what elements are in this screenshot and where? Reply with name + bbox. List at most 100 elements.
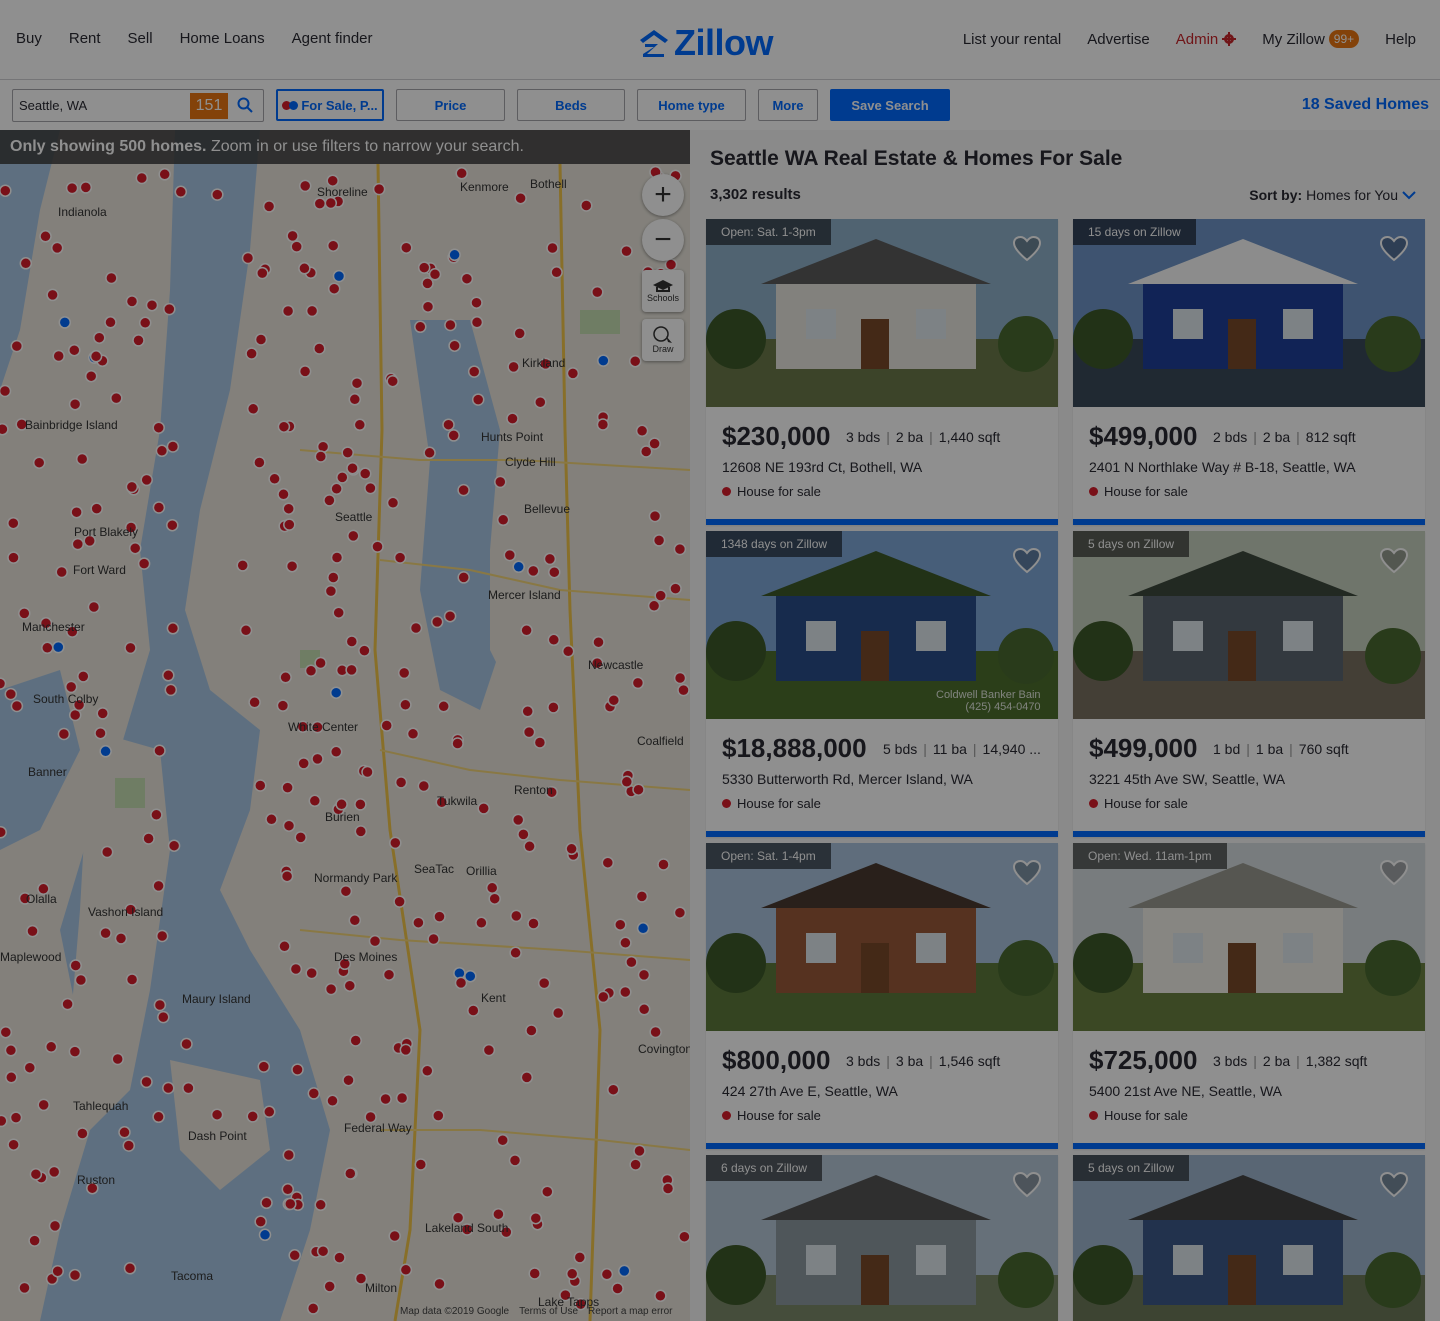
listing-map-pin[interactable] — [354, 825, 368, 838]
listing-address[interactable]: 5330 Butterworth Rd, Mercer Island, WA — [722, 771, 973, 787]
listing-map-pin[interactable] — [174, 185, 188, 199]
listing-map-pin[interactable] — [246, 1110, 259, 1123]
nav-advertise[interactable]: Advertise — [1087, 31, 1150, 48]
listing-address[interactable]: 5400 21st Ave NE, Seattle, WA — [1089, 1083, 1282, 1099]
listing-map-pin[interactable] — [607, 693, 621, 707]
listing-map-pin[interactable] — [324, 982, 338, 996]
listing-map-pin[interactable] — [430, 615, 444, 629]
listing-map-pin[interactable] — [260, 1196, 273, 1210]
listing-map-pin[interactable] — [166, 440, 180, 453]
heart-icon[interactable] — [1379, 547, 1409, 574]
listing-map-pin[interactable] — [514, 191, 527, 205]
listing-map-pin[interactable] — [289, 962, 303, 976]
listing-map-pin[interactable] — [342, 1073, 355, 1087]
listing-map-pin[interactable] — [629, 1158, 642, 1171]
listing-map-pin[interactable] — [158, 168, 171, 181]
listing-map-pin[interactable] — [506, 412, 519, 425]
listing-map-pin[interactable] — [521, 705, 534, 718]
listing-map-pin[interactable] — [421, 277, 434, 290]
listing-map-pin[interactable] — [399, 1043, 413, 1057]
listing-map-pin[interactable] — [316, 1244, 330, 1258]
listing-map-pin[interactable] — [329, 686, 343, 699]
listing-map-pin[interactable] — [421, 1064, 434, 1078]
listing-map-pin[interactable] — [323, 494, 336, 507]
listing-map-pin[interactable] — [279, 671, 292, 684]
listing-map-pin[interactable] — [47, 1165, 61, 1179]
listing-map-pin[interactable] — [620, 775, 634, 789]
listing-map-pin[interactable] — [99, 926, 112, 940]
listing-map-pin[interactable] — [163, 302, 176, 316]
listing-map-pin[interactable] — [180, 1037, 193, 1051]
listing-map-pin[interactable] — [281, 1183, 295, 1196]
listing-map-pin[interactable] — [353, 418, 367, 432]
listing-map-pin[interactable] — [566, 367, 580, 380]
listing-map-pin[interactable] — [150, 808, 163, 822]
listing-map-pin[interactable] — [409, 621, 423, 635]
nav-help[interactable]: Help — [1385, 31, 1416, 48]
listing-map-pin[interactable] — [573, 1251, 587, 1264]
listing-map-pin[interactable] — [39, 230, 52, 243]
listing-map-pin[interactable] — [263, 1105, 276, 1119]
listing-map-pin[interactable] — [268, 472, 281, 486]
listing-map-pin[interactable] — [135, 171, 149, 185]
listing-map-pin[interactable] — [65, 181, 79, 195]
listing-map-pin[interactable] — [485, 881, 499, 895]
listing-map-pin[interactable] — [619, 936, 632, 950]
listing-map-pin[interactable] — [541, 1185, 554, 1198]
listing-map-pin[interactable] — [90, 502, 103, 515]
home-type-filter[interactable]: Home type — [637, 89, 746, 121]
listing-map-pin[interactable] — [50, 241, 64, 255]
listing-map-pin[interactable] — [527, 564, 540, 578]
listing-map-pin[interactable] — [417, 261, 431, 274]
listing-map-pin[interactable] — [7, 516, 20, 530]
listing-map-pin[interactable] — [0, 184, 12, 197]
listing-map-pin[interactable] — [68, 1268, 82, 1282]
listing-map-pin[interactable] — [166, 518, 179, 532]
listing-map-pin[interactable] — [314, 1198, 327, 1212]
listing-map-pin[interactable] — [457, 571, 470, 584]
nav-rent[interactable]: Rent — [69, 30, 101, 47]
heart-icon[interactable] — [1379, 235, 1409, 262]
listing-map-pin[interactable] — [421, 300, 435, 313]
listing-map-pin[interactable] — [507, 360, 520, 374]
listing-map-pin[interactable] — [412, 916, 425, 929]
listing-map-pin[interactable] — [298, 262, 311, 275]
listing-map-pin[interactable] — [437, 700, 450, 713]
listing-map-pin[interactable] — [55, 565, 68, 579]
listing-map-pin[interactable] — [677, 683, 690, 697]
schools-button[interactable]: Schools — [642, 270, 684, 312]
listing-map-pin[interactable] — [0, 1114, 8, 1128]
listing-map-pin[interactable] — [548, 565, 561, 579]
listing-map-pin[interactable] — [7, 1138, 20, 1151]
listing-map-pin[interactable] — [386, 374, 399, 388]
listing-map-pin[interactable] — [253, 456, 266, 469]
listing-map-pin[interactable] — [673, 671, 687, 685]
listing-map-pin[interactable] — [324, 196, 338, 210]
listing-map-pin[interactable] — [678, 1230, 690, 1243]
saved-homes-link[interactable]: 18 Saved Homes — [1302, 96, 1429, 114]
listing-map-pin[interactable] — [348, 914, 362, 927]
price-filter[interactable]: Price — [396, 89, 505, 121]
nav-home-loans[interactable]: Home Loans — [180, 30, 265, 47]
nav-my-zillow[interactable]: My Zillow 99+ — [1262, 30, 1360, 48]
listing-map-pin[interactable] — [525, 1024, 538, 1037]
listing-map-pin[interactable] — [389, 836, 402, 850]
listing-map-pin[interactable] — [326, 239, 340, 252]
listing-map-pin[interactable] — [76, 1127, 89, 1140]
listing-map-pin[interactable] — [345, 635, 359, 648]
listing-map-pin[interactable] — [155, 929, 169, 943]
listing-map-pin[interactable] — [4, 1044, 18, 1057]
listing-map-pin[interactable] — [125, 480, 139, 494]
listing-map-pin[interactable] — [371, 540, 384, 553]
listing-map-pin[interactable] — [341, 446, 354, 459]
listing-map-pin[interactable] — [10, 699, 24, 713]
listing-map-pin[interactable] — [358, 467, 372, 480]
listing-map-pin[interactable] — [512, 560, 525, 574]
listing-map-pin[interactable] — [547, 701, 560, 714]
listing-map-pin[interactable] — [69, 959, 82, 972]
listing-map-pin[interactable] — [246, 402, 260, 416]
listing-map-pin[interactable] — [0, 422, 9, 436]
nav-list-your-rental[interactable]: List your rental — [963, 31, 1061, 48]
listing-map-pin[interactable] — [125, 973, 139, 986]
listing-map-pin[interactable] — [18, 607, 31, 620]
